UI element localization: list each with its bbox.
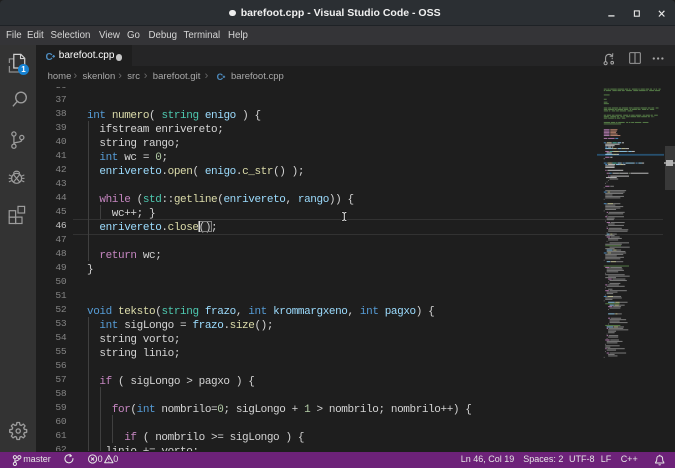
svg-text:C: C <box>46 52 53 62</box>
svg-text:C: C <box>217 72 224 81</box>
